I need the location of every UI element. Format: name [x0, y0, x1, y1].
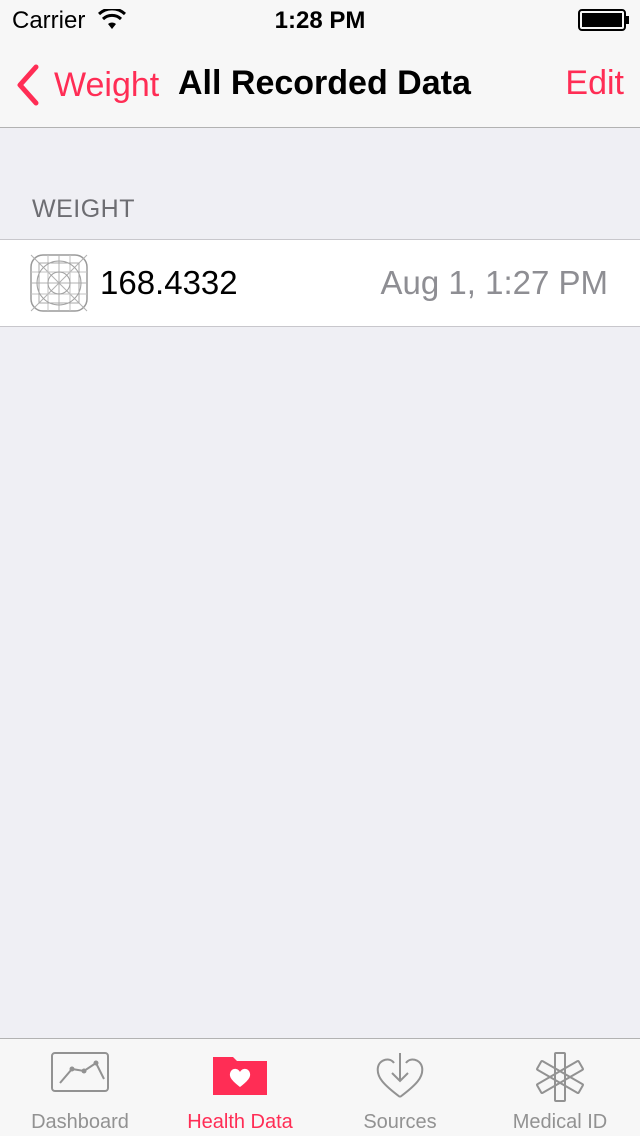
tab-bar: Dashboard Health Data Sources Medical ID — [0, 1038, 640, 1136]
edit-button[interactable]: Edit — [565, 64, 624, 103]
medical-star-icon — [536, 1052, 584, 1102]
tab-medical-id[interactable]: Medical ID — [480, 1039, 640, 1136]
tab-dashboard[interactable]: Dashboard — [0, 1039, 160, 1136]
record-date: Aug 1, 1:27 PM — [380, 264, 608, 301]
weight-value: 168.4332 — [100, 264, 238, 301]
battery-icon — [578, 9, 629, 31]
status-time: 1:28 PM — [274, 7, 366, 34]
status-bar: Carrier 1:28 PM — [0, 0, 640, 40]
table-row[interactable]: 168.4332 Aug 1, 1:27 PM — [0, 239, 640, 327]
tab-label: Medical ID — [512, 1111, 608, 1133]
section-header: WEIGHT — [32, 195, 135, 223]
page-title: All Recorded Data — [178, 64, 471, 102]
chevron-left-icon — [17, 64, 39, 106]
tab-health-data[interactable]: Health Data — [160, 1039, 320, 1136]
tab-label: Dashboard — [31, 1111, 129, 1133]
tab-label: Health Data — [187, 1111, 293, 1133]
app-placeholder-icon — [30, 254, 88, 312]
health-folder-icon — [213, 1057, 267, 1095]
back-button[interactable]: Weight — [14, 62, 159, 108]
sources-heart-download-icon — [376, 1053, 424, 1098]
tab-sources[interactable]: Sources — [320, 1039, 480, 1136]
dashboard-chart-icon — [51, 1052, 109, 1092]
navigation-bar: Weight All Recorded Data Edit — [0, 40, 640, 128]
tab-label: Sources — [363, 1111, 437, 1133]
back-button-label: Weight — [54, 65, 160, 104]
